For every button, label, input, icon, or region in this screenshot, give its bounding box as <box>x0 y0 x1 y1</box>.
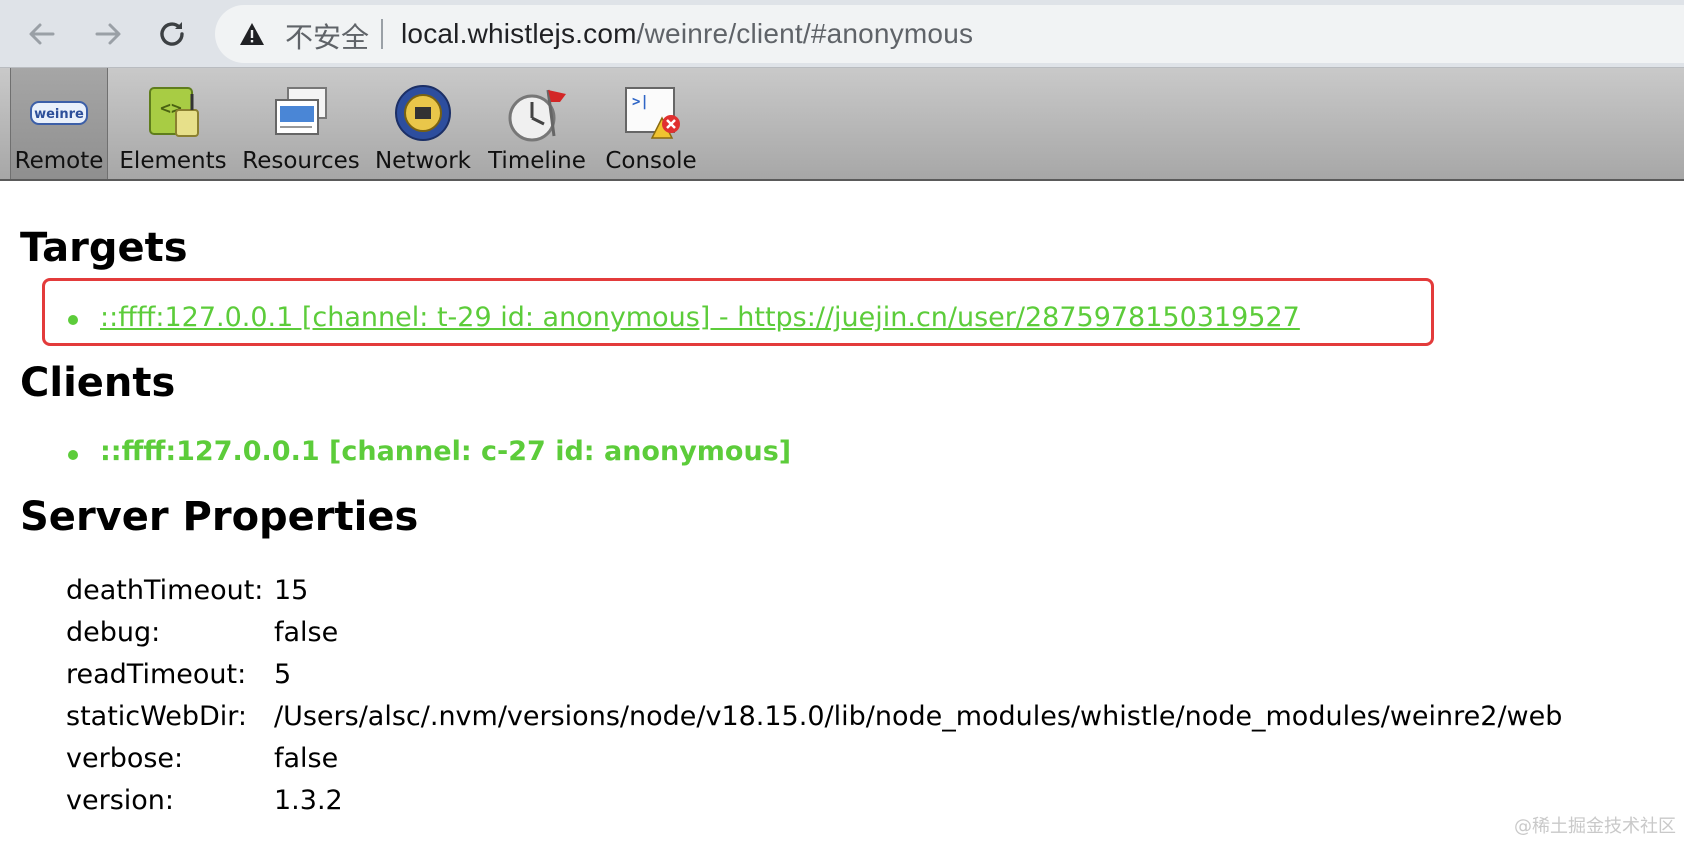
tab-timeline[interactable]: Timeline <box>484 68 590 179</box>
address-bar[interactable]: 不安全 local.whistlejs.com/weinre/client/#a… <box>215 5 1684 63</box>
property-value: 1.3.2 <box>274 785 343 816</box>
property-value: /Users/alsc/.nvm/versions/node/v18.15.0/… <box>274 701 1563 732</box>
property-key: version: <box>66 785 174 816</box>
tab-timeline-label: Timeline <box>488 148 586 174</box>
reload-button[interactable] <box>152 14 192 54</box>
tab-network-label: Network <box>374 148 472 174</box>
url-text[interactable]: local.whistlejs.com/weinre/client/#anony… <box>401 18 973 50</box>
tab-elements[interactable]: <> Elements <box>112 68 234 179</box>
property-value: false <box>274 743 339 774</box>
property-key: staticWebDir: <box>66 701 248 732</box>
tab-remote[interactable]: weinre Remote <box>10 68 108 179</box>
client-item: ::ffff:127.0.0.1 [channel: c-27 id: anon… <box>100 436 792 467</box>
browser-toolbar: 不安全 local.whistlejs.com/weinre/client/#a… <box>0 0 1684 68</box>
elements-icon: <> <box>140 80 206 146</box>
property-value: 15 <box>274 575 309 606</box>
url-host: local.whistlejs.com <box>401 18 637 49</box>
weinre-logo-text: weinre <box>34 107 84 122</box>
reload-icon <box>160 22 184 46</box>
svg-text:>|: >| <box>632 94 649 110</box>
client-bullet <box>68 450 78 460</box>
targets-heading: Targets <box>20 225 188 271</box>
property-value: false <box>274 617 339 648</box>
property-key: verbose: <box>66 743 184 774</box>
console-icon: >| <box>618 80 684 146</box>
weinre-toolbar: weinre Remote <> Elements Resources Netw… <box>0 68 1684 181</box>
arrow-left-icon <box>29 23 55 45</box>
tab-console[interactable]: >| Console <box>598 68 704 179</box>
tab-console-label: Console <box>605 148 697 174</box>
resources-icon <box>268 80 334 146</box>
tab-remote-label: Remote <box>14 148 104 174</box>
property-key: deathTimeout: <box>66 575 264 606</box>
tab-network[interactable]: Network <box>370 68 476 179</box>
property-value: 5 <box>274 659 292 690</box>
weinre-logo-icon: weinre <box>26 80 92 146</box>
tab-resources-label: Resources <box>242 148 360 174</box>
url-path: /weinre/client/#anonymous <box>636 18 974 49</box>
omnibox-divider <box>381 19 383 49</box>
highlight-annotation <box>42 278 1434 346</box>
server-properties-heading: Server Properties <box>20 494 419 540</box>
arrow-right-icon <box>95 23 121 45</box>
forward-button[interactable] <box>88 14 128 54</box>
property-key: debug: <box>66 617 161 648</box>
property-key: readTimeout: <box>66 659 247 690</box>
tab-elements-label: Elements <box>119 148 227 174</box>
tab-resources[interactable]: Resources <box>240 68 362 179</box>
clients-heading: Clients <box>20 360 176 406</box>
warning-icon <box>240 23 264 45</box>
watermark: @稀土掘金技术社区 <box>1514 816 1676 837</box>
timeline-icon <box>504 80 570 146</box>
security-label: 不安全 <box>285 21 370 54</box>
network-icon <box>390 80 456 146</box>
back-button[interactable] <box>22 14 62 54</box>
